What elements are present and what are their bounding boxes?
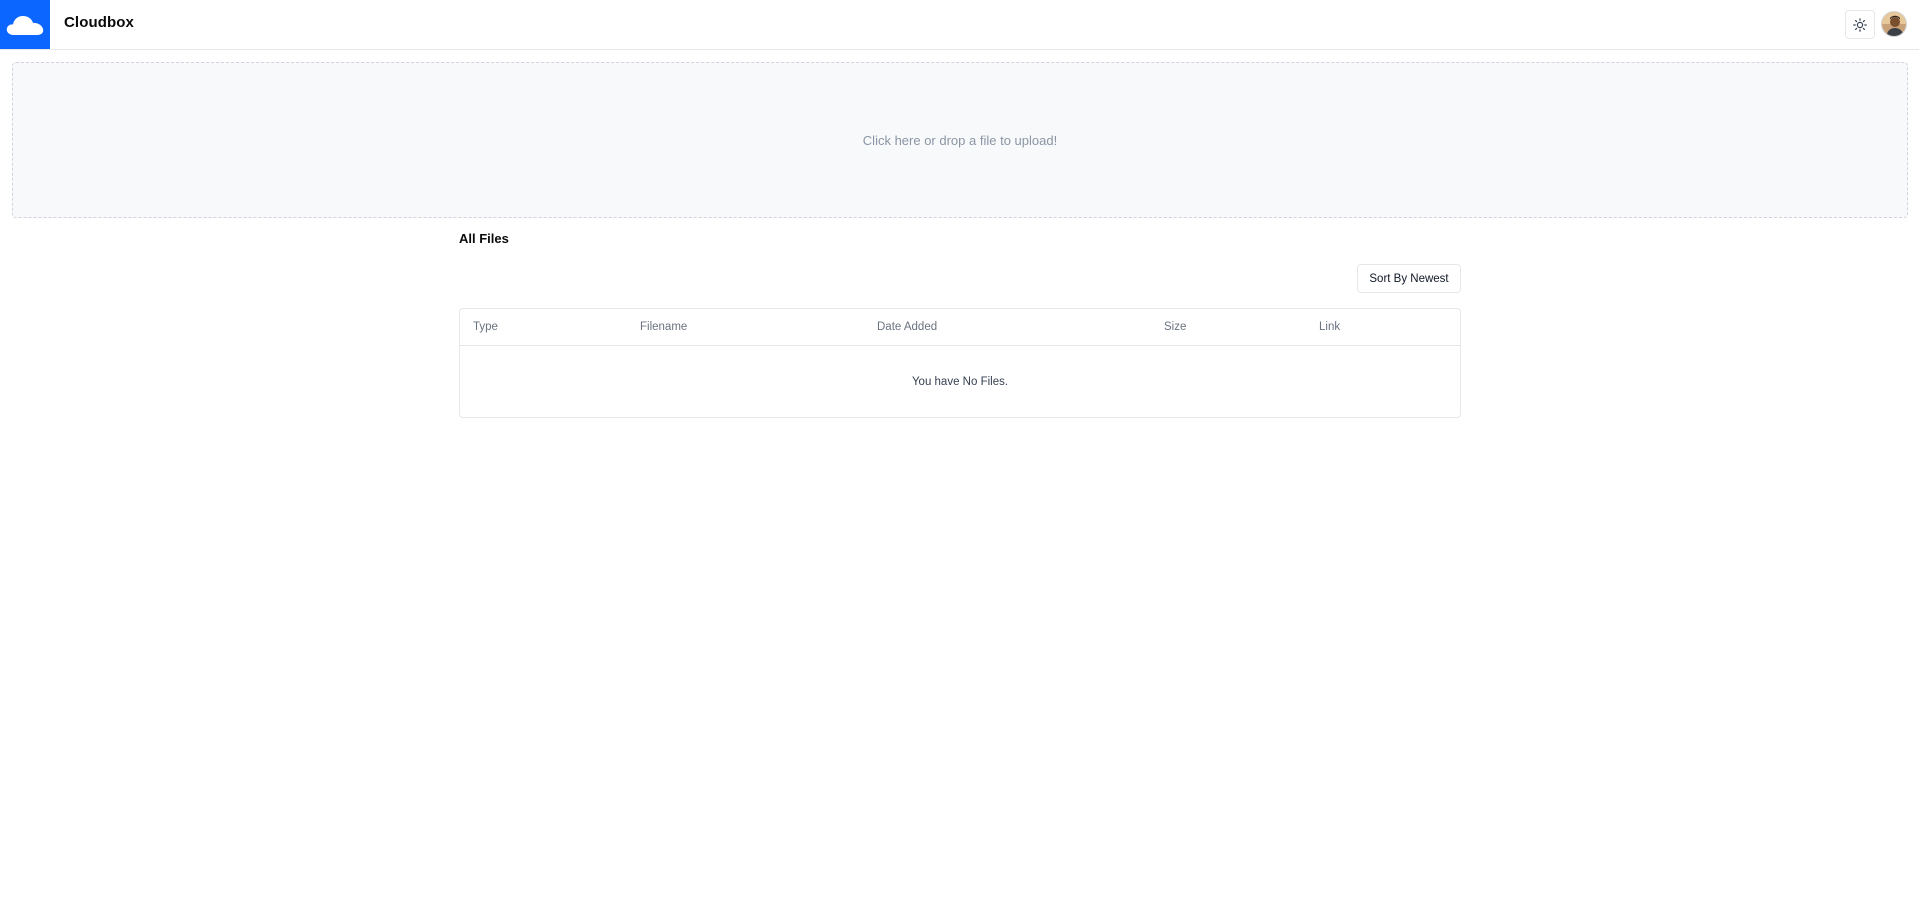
column-header-filename: Filename	[640, 321, 688, 333]
sun-icon	[1853, 17, 1867, 32]
column-header-link: Link	[1319, 321, 1341, 333]
upload-dropzone[interactable]: Click here or drop a file to upload!	[12, 62, 1908, 218]
files-table: Type Filename Date Added Size Link You h…	[459, 308, 1461, 418]
cloud-icon	[6, 15, 44, 35]
theme-toggle-button[interactable]	[1845, 10, 1875, 39]
top-bar: Cloudbox	[0, 0, 1919, 50]
app-title: Cloudbox	[64, 14, 134, 31]
sort-button[interactable]: Sort By Newest	[1357, 264, 1461, 293]
table-header: Type Filename Date Added Size Link	[460, 309, 1460, 346]
empty-state-message: You have No Files.	[911, 376, 1009, 388]
column-header-size: Size	[1164, 321, 1187, 333]
column-header-type: Type	[473, 321, 498, 333]
avatar-image	[1882, 12, 1906, 36]
logo[interactable]	[0, 0, 50, 49]
user-avatar[interactable]	[1881, 11, 1907, 37]
upload-prompt: Click here or drop a file to upload!	[862, 132, 1058, 148]
column-header-date-added: Date Added	[877, 321, 938, 333]
section-title: All Files	[459, 231, 509, 246]
